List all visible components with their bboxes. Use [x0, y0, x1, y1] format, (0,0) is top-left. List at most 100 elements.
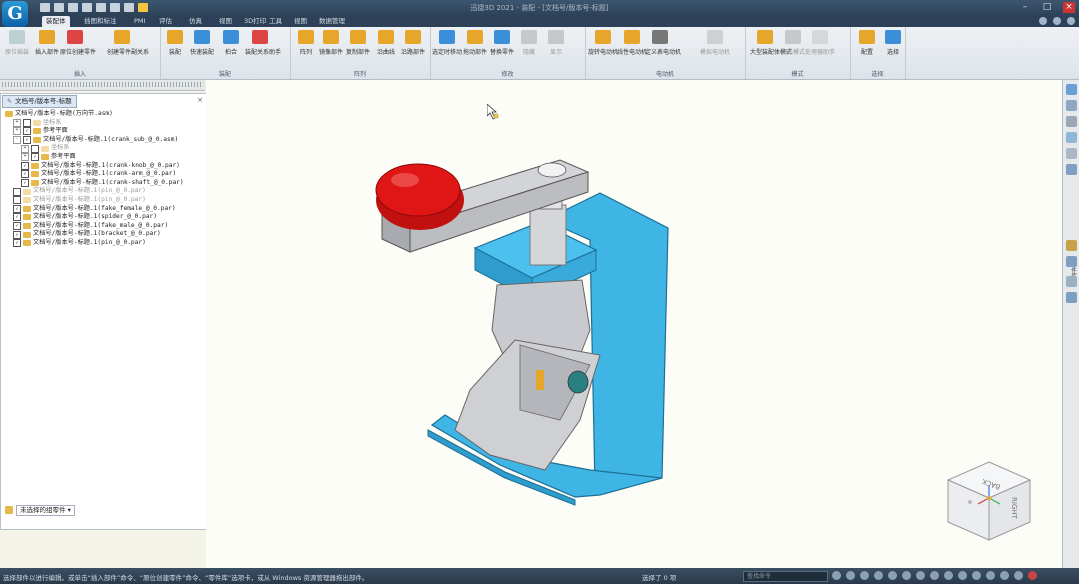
ribbon-button-11[interactable]: 沿曲线 [371, 30, 401, 56]
pane-close-icon[interactable]: × [197, 96, 203, 104]
camera-icon[interactable] [958, 571, 967, 580]
pane-tab[interactable]: ✎ 文档号/版本号-标题 [2, 95, 77, 108]
family-icon[interactable] [1066, 276, 1077, 287]
visibility-checkbox[interactable]: ✓ [13, 222, 21, 231]
app-logo[interactable]: G [2, 1, 28, 27]
expand-icon[interactable]: + [21, 144, 29, 153]
ribbon-button-16[interactable]: 隐藏 [514, 30, 544, 56]
tab-2[interactable]: PMI [130, 16, 149, 27]
tree-item[interactable]: - ✓ 文档号/版本号-标题.1(crank_sub_@_0.asm) [5, 136, 205, 145]
tree-item[interactable]: ✓ 文档号/版本号-标题.1(spider_@_0.par) [5, 213, 205, 222]
tab-4[interactable]: 仿真 [185, 16, 206, 27]
tree-item[interactable]: + 坐标系 [5, 119, 205, 128]
tree-item[interactable]: ✓ 文档号/版本号-标题.1(fake_female_@_0.par) [5, 205, 205, 214]
part-group-selector[interactable]: 未选择的组零件 ▾ [16, 504, 75, 516]
ribbon-button-10[interactable]: 复制部件 [343, 30, 373, 56]
tree-item[interactable]: ✓ 文档号/版本号-标题.1(crank-arm_@_0.par) [5, 170, 205, 179]
record-icon[interactable] [1014, 571, 1023, 580]
visibility-checkbox[interactable] [13, 187, 21, 196]
tree-item[interactable]: ✓ 文档号/版本号-标题.1(crank-knob_@_0.par) [5, 162, 205, 171]
visibility-checkbox[interactable]: ✓ [31, 153, 39, 162]
expand-icon[interactable]: + [13, 118, 21, 127]
ribbon-button-12[interactable]: 沿路部件 [398, 30, 428, 56]
catalog-icon[interactable] [1066, 240, 1077, 251]
visibility-checkbox[interactable] [23, 118, 31, 127]
graphics-viewport[interactable] [206, 80, 1062, 568]
view-cube[interactable]: BACK RIGHT [944, 458, 1034, 543]
tab-1[interactable]: 插图和标注 [80, 16, 121, 27]
zoom-area-icon[interactable] [846, 571, 855, 580]
ribbon-button-24[interactable]: 处理器助手 [805, 30, 835, 56]
reports-icon[interactable] [1066, 292, 1077, 303]
ribbon-button-6[interactable]: 拍合 [216, 30, 246, 56]
tree-item[interactable]: + ✓ 参考平面 [5, 127, 205, 136]
visibility-checkbox[interactable]: ✓ [13, 204, 21, 213]
restore-icon[interactable] [1067, 17, 1075, 25]
ribbon-button-0[interactable]: 原位插装 [2, 30, 32, 56]
ribbon-button-7[interactable]: 装配关系助手 [245, 30, 281, 56]
command-finder-input[interactable]: 查找命令 [743, 571, 828, 582]
tab-3[interactable]: 评估 [155, 16, 176, 27]
view-icon[interactable] [902, 571, 911, 580]
ribbon-button-17[interactable]: 显示 [541, 30, 571, 56]
visibility-checkbox[interactable]: ✓ [13, 213, 21, 222]
library-icon[interactable] [1066, 148, 1077, 159]
ribbon-button-26[interactable]: 选择 [878, 30, 908, 56]
visibility-checkbox[interactable]: ✓ [23, 136, 31, 145]
rotate-icon[interactable] [888, 571, 897, 580]
tab-8[interactable]: 视图 [290, 16, 311, 27]
ribbon-button-21[interactable]: 模拟电动机 [700, 30, 730, 56]
docs-icon[interactable] [1066, 84, 1077, 95]
ribbon-button-13[interactable]: 选定时移动 [432, 30, 462, 56]
tree-item[interactable]: ✓ 文档号/版本号-标题.1(bracket_@_0.par) [5, 230, 205, 239]
stop-icon[interactable] [1028, 571, 1037, 580]
visibility-checkbox[interactable]: ✓ [23, 127, 31, 136]
tree-item[interactable]: ✓ 文档号/版本号-标题.1(pin_@_0.par) [5, 239, 205, 248]
visibility-checkbox[interactable]: ✓ [13, 239, 21, 248]
layers-icon[interactable] [1066, 100, 1077, 111]
ribbon-button-9[interactable]: 镜像部件 [316, 30, 346, 56]
visibility-checkbox[interactable]: ✓ [21, 170, 29, 179]
grid-icon[interactable] [1066, 256, 1077, 267]
tab-9[interactable]: 数据管理 [315, 16, 349, 27]
ribbon-button-14[interactable]: 拖动部件 [460, 30, 490, 56]
expand-icon[interactable]: + [13, 127, 21, 136]
tree-item[interactable]: + ✓ 参考平面 [5, 153, 205, 162]
ribbon-button-23[interactable]: 简化模式 [778, 30, 808, 56]
tree-item[interactable]: 文档号/版本号-标题.1(pin_@_0.par) [5, 187, 205, 196]
collapse-icon[interactable]: - [13, 136, 21, 145]
ribbon-button-15[interactable]: 替换零件 [487, 30, 517, 56]
expand-icon[interactable]: + [21, 153, 29, 162]
toolbar-grip[interactable] [2, 82, 202, 87]
display-icon[interactable] [930, 571, 939, 580]
visibility-checkbox[interactable] [13, 196, 21, 205]
options-icon[interactable] [1053, 17, 1061, 25]
shading-icon[interactable] [916, 571, 925, 580]
tree-item[interactable]: 文档号/版本号-标题(万向节.asm) [5, 110, 205, 119]
tree-item[interactable]: + 坐标系 [5, 144, 205, 153]
close-icon[interactable]: × [1063, 2, 1075, 13]
tab-7[interactable]: 工具 [265, 16, 286, 27]
settings-icon[interactable] [1000, 571, 1009, 580]
render-icon[interactable] [986, 571, 995, 580]
properties-icon[interactable] [1066, 116, 1077, 127]
ribbon-button-3[interactable]: 创建零件副关系 [107, 30, 149, 56]
visibility-checkbox[interactable]: ✓ [21, 179, 29, 188]
ribbon-button-1[interactable]: 插入部件 [32, 30, 62, 56]
tab-5[interactable]: 视图 [215, 16, 236, 27]
ribbon-button-18[interactable]: 旋转电动机 [588, 30, 618, 56]
ribbon-button-22[interactable]: 大型装配体模式 [750, 30, 792, 56]
dock-icon[interactable] [1066, 164, 1077, 175]
ribbon-button-4[interactable]: 装配 [160, 30, 190, 56]
section-icon[interactable] [944, 571, 953, 580]
tab-0[interactable]: 装配体 [42, 16, 70, 27]
visibility-checkbox[interactable] [31, 144, 39, 153]
minimize-icon[interactable]: – [1019, 2, 1031, 13]
fit-icon[interactable] [860, 571, 869, 580]
assembly-model[interactable] [206, 80, 1062, 568]
ribbon-button-20[interactable]: 定义表电动机 [645, 30, 681, 56]
tree-item[interactable]: 文档号/版本号-标题.1(pin_@_0.par) [5, 196, 205, 205]
help-icon[interactable] [1039, 17, 1047, 25]
pan-icon[interactable] [874, 571, 883, 580]
maximize-icon[interactable]: □ [1041, 2, 1053, 13]
